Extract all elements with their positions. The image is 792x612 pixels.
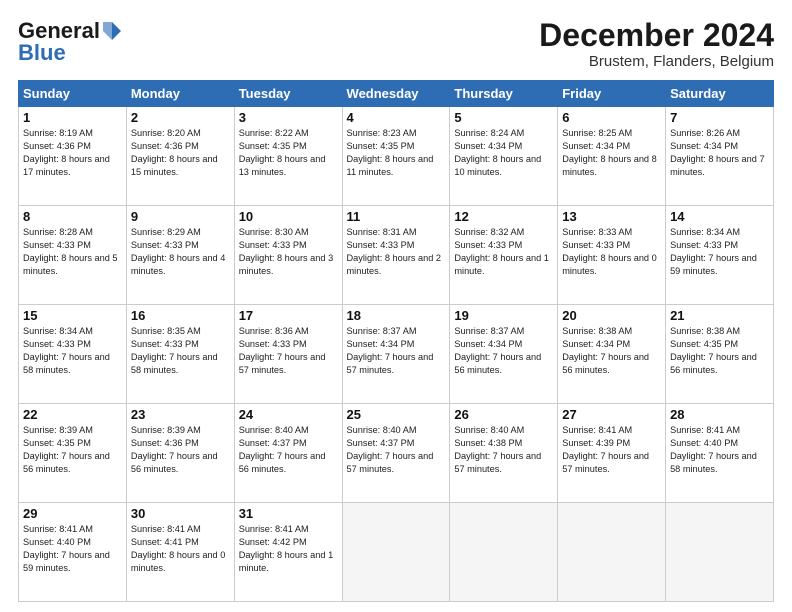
- day-24: 24 Sunrise: 8:40 AMSunset: 4:37 PMDaylig…: [234, 404, 342, 503]
- day-1: 1 Sunrise: 8:19 AMSunset: 4:36 PMDayligh…: [19, 107, 127, 206]
- day-14: 14 Sunrise: 8:34 AMSunset: 4:33 PMDaylig…: [666, 206, 774, 305]
- day-20: 20 Sunrise: 8:38 AMSunset: 4:34 PMDaylig…: [558, 305, 666, 404]
- day-30: 30 Sunrise: 8:41 AMSunset: 4:41 PMDaylig…: [126, 503, 234, 602]
- day-7: 7 Sunrise: 8:26 AMSunset: 4:34 PMDayligh…: [666, 107, 774, 206]
- week-row-4: 22 Sunrise: 8:39 AMSunset: 4:35 PMDaylig…: [19, 404, 774, 503]
- day-19: 19 Sunrise: 8:37 AMSunset: 4:34 PMDaylig…: [450, 305, 558, 404]
- week-row-1: 1 Sunrise: 8:19 AMSunset: 4:36 PMDayligh…: [19, 107, 774, 206]
- day-17: 17 Sunrise: 8:36 AMSunset: 4:33 PMDaylig…: [234, 305, 342, 404]
- logo-blue: Blue: [18, 40, 66, 66]
- day-2: 2 Sunrise: 8:20 AMSunset: 4:36 PMDayligh…: [126, 107, 234, 206]
- day-23: 23 Sunrise: 8:39 AMSunset: 4:36 PMDaylig…: [126, 404, 234, 503]
- col-thursday: Thursday: [450, 81, 558, 107]
- week-row-2: 8 Sunrise: 8:28 AMSunset: 4:33 PMDayligh…: [19, 206, 774, 305]
- day-27: 27 Sunrise: 8:41 AMSunset: 4:39 PMDaylig…: [558, 404, 666, 503]
- calendar-table: Sunday Monday Tuesday Wednesday Thursday…: [18, 80, 774, 602]
- day-21: 21 Sunrise: 8:38 AMSunset: 4:35 PMDaylig…: [666, 305, 774, 404]
- col-tuesday: Tuesday: [234, 81, 342, 107]
- day-25: 25 Sunrise: 8:40 AMSunset: 4:37 PMDaylig…: [342, 404, 450, 503]
- col-saturday: Saturday: [666, 81, 774, 107]
- calendar-header-row: Sunday Monday Tuesday Wednesday Thursday…: [19, 81, 774, 107]
- col-monday: Monday: [126, 81, 234, 107]
- day-11: 11 Sunrise: 8:31 AMSunset: 4:33 PMDaylig…: [342, 206, 450, 305]
- day-15: 15 Sunrise: 8:34 AMSunset: 4:33 PMDaylig…: [19, 305, 127, 404]
- day-9: 9 Sunrise: 8:29 AMSunset: 4:33 PMDayligh…: [126, 206, 234, 305]
- day-3: 3 Sunrise: 8:22 AMSunset: 4:35 PMDayligh…: [234, 107, 342, 206]
- day-4: 4 Sunrise: 8:23 AMSunset: 4:35 PMDayligh…: [342, 107, 450, 206]
- col-friday: Friday: [558, 81, 666, 107]
- day-16: 16 Sunrise: 8:35 AMSunset: 4:33 PMDaylig…: [126, 305, 234, 404]
- page: General Blue December 2024 Brustem, Flan…: [0, 0, 792, 612]
- header: General Blue December 2024 Brustem, Flan…: [18, 18, 774, 70]
- day-8: 8 Sunrise: 8:28 AMSunset: 4:33 PMDayligh…: [19, 206, 127, 305]
- title-area: December 2024 Brustem, Flanders, Belgium: [539, 18, 774, 70]
- day-5: 5 Sunrise: 8:24 AMSunset: 4:34 PMDayligh…: [450, 107, 558, 206]
- day-13: 13 Sunrise: 8:33 AMSunset: 4:33 PMDaylig…: [558, 206, 666, 305]
- col-sunday: Sunday: [19, 81, 127, 107]
- empty-cell-3: [558, 503, 666, 602]
- location-subtitle: Brustem, Flanders, Belgium: [539, 53, 774, 70]
- empty-cell-2: [450, 503, 558, 602]
- day-29: 29 Sunrise: 8:41 AMSunset: 4:40 PMDaylig…: [19, 503, 127, 602]
- empty-cell-1: [342, 503, 450, 602]
- empty-cell-4: [666, 503, 774, 602]
- logo-flag-icon: [101, 20, 123, 42]
- month-title: December 2024: [539, 18, 774, 53]
- day-22: 22 Sunrise: 8:39 AMSunset: 4:35 PMDaylig…: [19, 404, 127, 503]
- day-12: 12 Sunrise: 8:32 AMSunset: 4:33 PMDaylig…: [450, 206, 558, 305]
- week-row-3: 15 Sunrise: 8:34 AMSunset: 4:33 PMDaylig…: [19, 305, 774, 404]
- col-wednesday: Wednesday: [342, 81, 450, 107]
- logo: General Blue: [18, 18, 123, 66]
- day-31: 31 Sunrise: 8:41 AMSunset: 4:42 PMDaylig…: [234, 503, 342, 602]
- day-18: 18 Sunrise: 8:37 AMSunset: 4:34 PMDaylig…: [342, 305, 450, 404]
- day-28: 28 Sunrise: 8:41 AMSunset: 4:40 PMDaylig…: [666, 404, 774, 503]
- day-6: 6 Sunrise: 8:25 AMSunset: 4:34 PMDayligh…: [558, 107, 666, 206]
- week-row-5: 29 Sunrise: 8:41 AMSunset: 4:40 PMDaylig…: [19, 503, 774, 602]
- day-10: 10 Sunrise: 8:30 AMSunset: 4:33 PMDaylig…: [234, 206, 342, 305]
- day-26: 26 Sunrise: 8:40 AMSunset: 4:38 PMDaylig…: [450, 404, 558, 503]
